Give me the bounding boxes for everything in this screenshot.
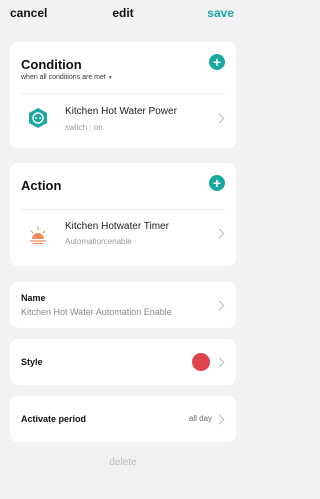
name-label: Name: [21, 293, 46, 303]
activate-period-value: all day: [188, 414, 212, 423]
chevron-right-icon: [214, 300, 225, 311]
top-bar: cancel edit save: [0, 0, 246, 28]
action-item-title: Kitchen Hotwater Timer: [65, 221, 169, 232]
delete-button[interactable]: delete: [0, 457, 246, 468]
chevron-right-icon: [214, 228, 225, 239]
condition-mode-label: when all conditions are met: [21, 74, 106, 81]
style-color-swatch: [192, 353, 210, 371]
smart-plug-icon: [29, 108, 47, 128]
condition-mode-selector[interactable]: when all conditions are met ▼: [21, 74, 113, 81]
chevron-right-icon: [214, 357, 225, 368]
name-row[interactable]: Name Kitchen Hot Water Automation Enable: [10, 282, 236, 328]
divider: [21, 209, 225, 210]
add-condition-button[interactable]: +: [209, 54, 225, 70]
action-title: Action: [21, 178, 62, 193]
sunrise-scene-icon: [30, 227, 46, 245]
condition-title: Condition: [21, 57, 82, 72]
style-row[interactable]: Style: [10, 339, 236, 385]
save-button[interactable]: save: [207, 6, 234, 20]
caret-down-icon: ▼: [107, 75, 113, 81]
name-value: Kitchen Hot Water Automation Enable: [21, 307, 172, 317]
chevron-right-icon: [214, 414, 225, 425]
style-label: Style: [21, 357, 43, 367]
condition-item-subtitle: switch : on: [65, 123, 103, 132]
condition-item-title: Kitchen Hot Water Power: [65, 106, 177, 117]
divider: [21, 93, 225, 94]
add-action-button[interactable]: +: [209, 175, 225, 191]
condition-card: Condition when all conditions are met ▼ +…: [10, 42, 236, 148]
chevron-right-icon: [214, 113, 225, 124]
activate-period-label: Activate period: [21, 414, 87, 424]
action-card: Action + Kitchen Hotwater Timer Automati…: [10, 163, 236, 266]
activate-period-row[interactable]: Activate period all day: [10, 396, 236, 442]
action-item-subtitle: Automation:enable: [65, 237, 132, 246]
